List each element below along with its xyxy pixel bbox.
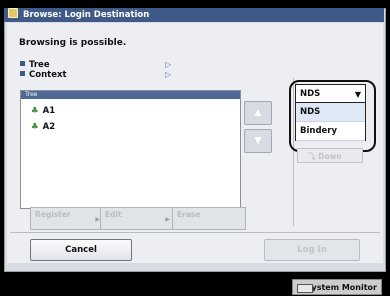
erase-label: Erase bbox=[177, 210, 201, 219]
login-button[interactable]: Log In bbox=[264, 239, 360, 261]
register-button[interactable]: Register ▶ bbox=[30, 207, 104, 230]
window-title: Browse: Login Destination bbox=[23, 10, 150, 20]
scroll-up-button[interactable]: ▲ bbox=[244, 101, 272, 125]
monitor-icon bbox=[297, 284, 313, 293]
tree-item-label: A1 bbox=[42, 106, 56, 116]
chevron-right-icon: ▷ bbox=[165, 60, 172, 69]
triangle-icon: ▶ bbox=[165, 216, 170, 223]
bullet-icon bbox=[20, 61, 25, 66]
context-label: Context bbox=[29, 70, 67, 80]
info-row-tree: Tree ▷ bbox=[20, 60, 171, 70]
register-label: Register bbox=[35, 210, 71, 219]
arrow-down-icon: ▼ bbox=[254, 136, 262, 146]
tree-item[interactable]: ♣ A2 bbox=[31, 121, 55, 133]
down-label: Down bbox=[318, 152, 342, 161]
dropdown-highlight-ring bbox=[289, 80, 376, 152]
bullet-icon bbox=[20, 71, 25, 76]
arrow-up-icon: ▲ bbox=[254, 108, 262, 118]
tree-item[interactable]: ♣ A1 bbox=[31, 105, 55, 117]
screen: Browse: Login Destination Browsing is po… bbox=[0, 0, 390, 295]
scroll-down-button[interactable]: ▼ bbox=[244, 129, 272, 153]
chevron-right-icon: ▷ bbox=[165, 70, 172, 79]
erase-button[interactable]: Erase bbox=[172, 207, 246, 230]
down-arrow-icon: ⤵ bbox=[308, 152, 319, 161]
status-message: Browsing is possible. bbox=[19, 38, 127, 48]
system-monitor-button[interactable]: System Monitor bbox=[292, 279, 382, 295]
system-monitor-label: System Monitor bbox=[305, 283, 377, 292]
tree-icon: ♣ bbox=[31, 122, 39, 132]
cancel-button[interactable]: Cancel bbox=[30, 239, 132, 261]
tree-item-label: A2 bbox=[42, 122, 56, 132]
title-bar: Browse: Login Destination bbox=[4, 8, 384, 22]
tree-panel: Tree ♣ A1 ♣ A2 bbox=[20, 90, 241, 209]
tree-icon: ♣ bbox=[31, 106, 39, 116]
edit-label: Edit bbox=[105, 210, 122, 219]
window-icon bbox=[8, 8, 18, 18]
info-row-context: Context ▷ bbox=[20, 70, 171, 80]
divider bbox=[10, 232, 380, 233]
down-button[interactable]: ⤵ Down bbox=[297, 148, 363, 163]
edit-button[interactable]: Edit ▶ bbox=[100, 207, 174, 230]
tree-label: Tree bbox=[29, 60, 50, 70]
tree-panel-header: Tree bbox=[21, 91, 240, 99]
